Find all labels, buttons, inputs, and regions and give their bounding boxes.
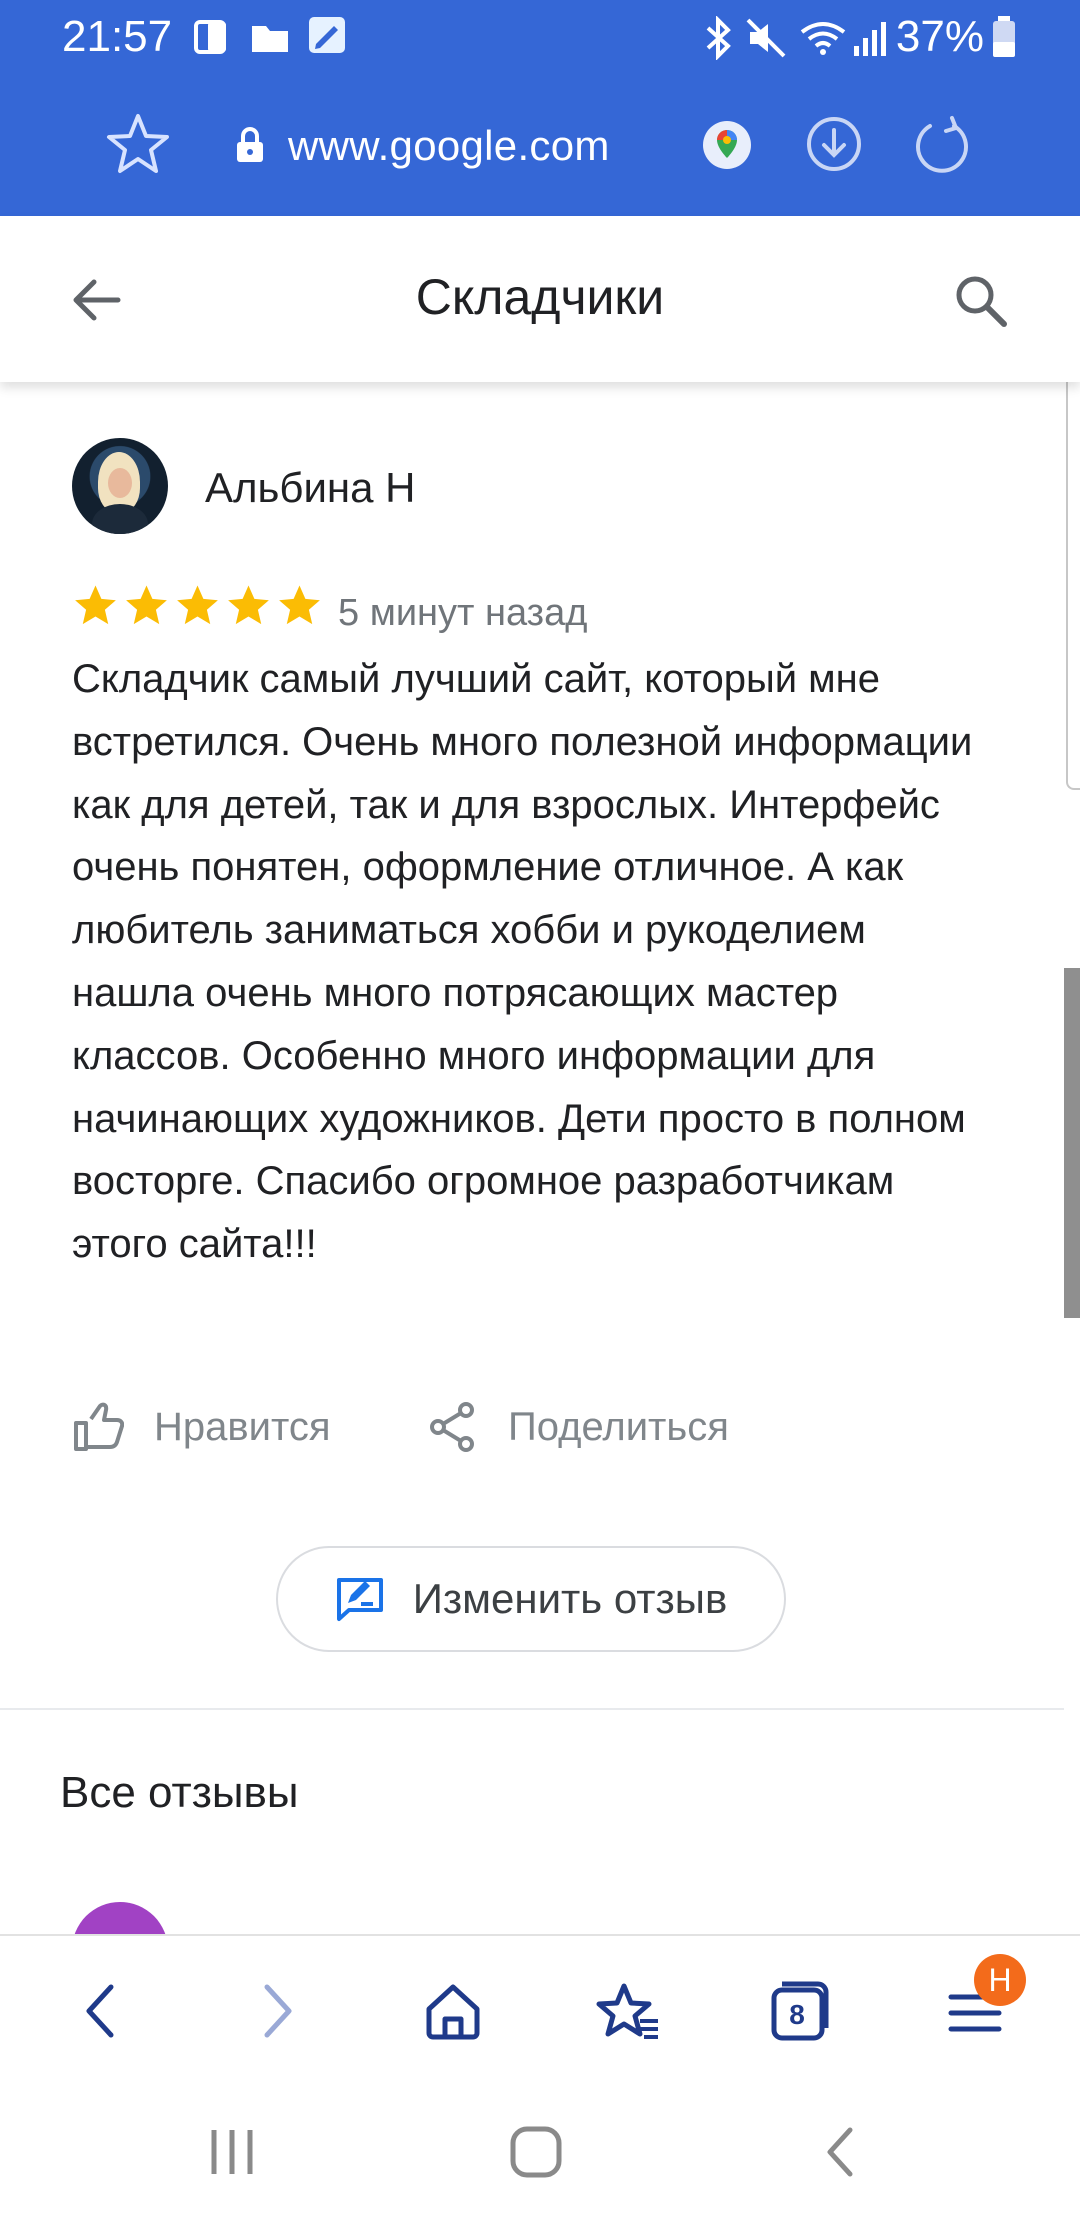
like-button[interactable]: Нравится bbox=[72, 1397, 331, 1457]
refresh-icon[interactable] bbox=[912, 114, 972, 174]
search-icon[interactable] bbox=[952, 272, 1010, 330]
url-text[interactable]: www.google.com bbox=[288, 122, 610, 170]
back-button[interactable] bbox=[64, 1976, 134, 2046]
star-icon bbox=[228, 585, 269, 625]
share-label: Поделиться bbox=[508, 1404, 729, 1449]
edit-review-button[interactable]: Изменить отзыв bbox=[276, 1546, 786, 1652]
review-author[interactable]: Альбина Н bbox=[205, 464, 415, 512]
bookmark-star-icon[interactable] bbox=[104, 110, 172, 178]
share-icon bbox=[430, 1402, 474, 1452]
review-content: Альбина Н 5 минут назад Складчик самый л… bbox=[0, 382, 1064, 1934]
notification-app-icon bbox=[194, 20, 226, 54]
star-icon bbox=[177, 585, 218, 625]
rating-stars bbox=[72, 582, 323, 634]
thumbs-up-icon bbox=[74, 1402, 124, 1451]
recent-apps-icon[interactable] bbox=[208, 2126, 258, 2178]
app-header: Складчики bbox=[0, 216, 1080, 382]
status-time: 21:57 bbox=[62, 12, 173, 61]
edit-review-icon bbox=[336, 1578, 383, 1621]
maps-extension-icon[interactable] bbox=[700, 118, 754, 172]
notes-app-icon bbox=[309, 17, 345, 53]
star-icon bbox=[126, 585, 167, 625]
all-reviews-heading: Все отзывы bbox=[60, 1768, 299, 1817]
bookmarks-star-icon bbox=[596, 1983, 658, 2039]
lock-icon bbox=[237, 127, 263, 162]
star-icon bbox=[279, 585, 320, 625]
share-button[interactable]: Поделиться bbox=[428, 1397, 729, 1457]
chevron-left-icon bbox=[86, 1984, 114, 2038]
scrollbar-thumb[interactable] bbox=[1064, 968, 1080, 1318]
home-icon bbox=[426, 1984, 480, 2040]
system-navigation-bar bbox=[0, 2084, 1080, 2220]
status-bar: 21:57 37% bbox=[0, 0, 1080, 80]
wifi-icon bbox=[800, 22, 846, 55]
bookmarks-button[interactable] bbox=[594, 1976, 664, 2046]
home-button[interactable] bbox=[418, 1976, 488, 2046]
avatar[interactable] bbox=[72, 438, 168, 534]
page-title: Складчики bbox=[415, 269, 665, 325]
scrollbar-track[interactable] bbox=[1066, 370, 1080, 790]
battery-percentage: 37% bbox=[895, 12, 984, 61]
home-system-icon[interactable] bbox=[508, 2124, 564, 2180]
like-label: Нравится bbox=[154, 1404, 331, 1449]
battery-icon bbox=[993, 16, 1015, 57]
star-icon bbox=[75, 585, 116, 625]
tab-count: 8 bbox=[789, 1999, 805, 2030]
browser-bottom-bar: 8 bbox=[0, 1934, 1080, 2084]
divider bbox=[0, 1708, 1064, 1710]
browser-top-bar: 21:57 37% www.google.com bbox=[0, 0, 1080, 216]
signal-icon bbox=[854, 22, 886, 56]
tabs-button[interactable]: 8 bbox=[766, 1976, 836, 2046]
folder-icon bbox=[252, 26, 288, 52]
edit-review-label: Изменить отзыв bbox=[412, 1575, 728, 1622]
menu-notification-badge: H bbox=[974, 1954, 1026, 2006]
avatar[interactable] bbox=[72, 1902, 168, 1934]
back-system-icon[interactable] bbox=[820, 2124, 860, 2180]
review-text: Складчик самый лучший сайт, который мне … bbox=[72, 657, 973, 1267]
chevron-right-icon bbox=[264, 1984, 292, 2038]
mute-icon bbox=[746, 18, 786, 58]
download-icon[interactable] bbox=[804, 114, 864, 174]
forward-button[interactable] bbox=[244, 1976, 314, 2046]
review-time: 5 минут назад bbox=[338, 592, 588, 634]
bluetooth-icon bbox=[706, 16, 731, 60]
